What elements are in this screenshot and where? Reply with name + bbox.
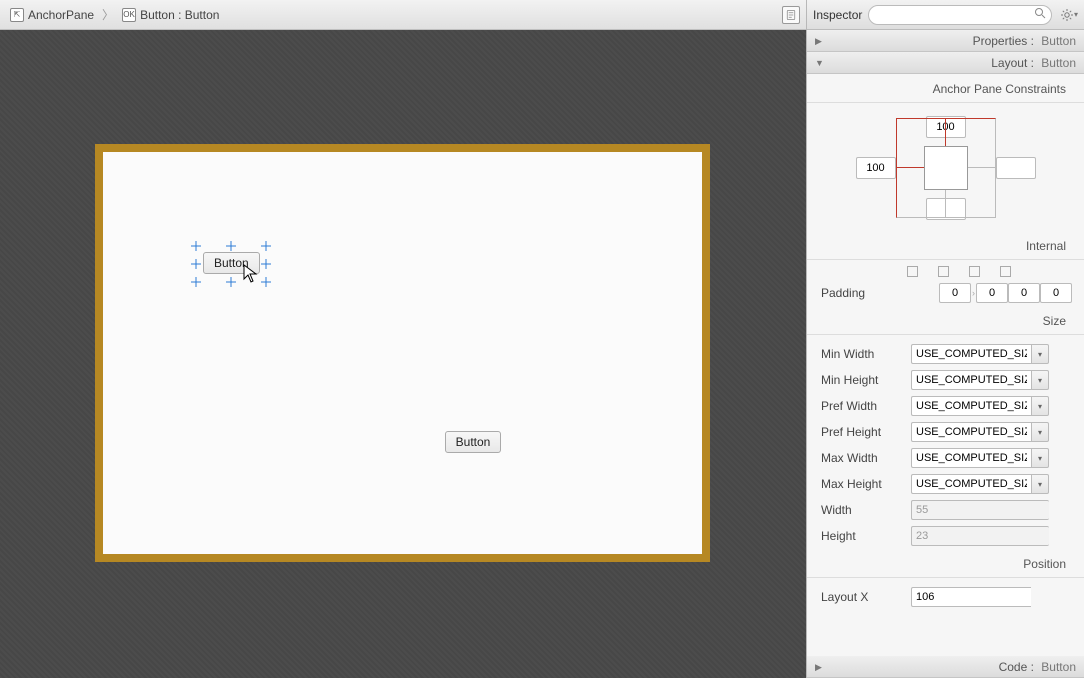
group-position-title: Position <box>807 549 1084 575</box>
height-readonly <box>911 526 1049 546</box>
resize-handle-se[interactable] <box>261 276 271 286</box>
padding-left-input[interactable] <box>1040 283 1072 303</box>
anchor-pane-canvas[interactable]: Button Button <box>103 152 702 554</box>
pad-top-icon <box>907 266 918 277</box>
group-anchor-title: Anchor Pane Constraints <box>807 74 1084 100</box>
chain-icon: › <box>972 288 975 298</box>
resize-handle-sw[interactable] <box>191 276 201 286</box>
pref-height-combo[interactable]: ▾ <box>911 422 1049 442</box>
min-width-combo[interactable]: ▾ <box>911 344 1049 364</box>
pref-width-combo[interactable]: ▾ <box>911 396 1049 416</box>
chevron-down-icon[interactable]: ▾ <box>1031 448 1049 468</box>
anchor-left-input[interactable] <box>856 157 896 179</box>
breadcrumb-label: AnchorPane <box>28 8 94 22</box>
padding-right-input[interactable] <box>976 283 1008 303</box>
inspector-title: Inspector <box>813 8 862 22</box>
padding-top-input[interactable] <box>939 283 971 303</box>
padding-row: Padding › <box>807 280 1084 306</box>
pad-right-icon <box>938 266 949 277</box>
padding-label: Padding <box>821 286 903 300</box>
inspector-search[interactable] <box>868 5 1052 25</box>
canvas-viewport[interactable]: Button Button <box>0 30 806 678</box>
chevron-right-icon: 〉 <box>102 6 114 23</box>
button-icon: OK <box>122 8 136 22</box>
anchor-constraint-diagram <box>807 109 1084 231</box>
width-readonly <box>911 500 1049 520</box>
inspector-header: Inspector ▾ <box>807 0 1084 30</box>
section-code[interactable]: ▶ Code : Button <box>807 656 1084 678</box>
resize-handle-s[interactable] <box>226 276 236 286</box>
settings-menu-button[interactable]: ▾ <box>1060 8 1078 22</box>
layout-body: Anchor Pane Constraints <box>807 74 1084 656</box>
anchor-visual[interactable] <box>896 118 996 218</box>
collapse-icon: ▼ <box>815 58 825 68</box>
group-size-title: Size <box>807 306 1084 332</box>
chevron-down-icon[interactable]: ▾ <box>1031 422 1049 442</box>
search-input[interactable] <box>868 5 1052 25</box>
resize-handle-e[interactable] <box>261 258 271 268</box>
padding-bottom-input[interactable] <box>1008 283 1040 303</box>
resize-handle-n[interactable] <box>226 240 236 250</box>
button-1[interactable]: Button <box>203 252 260 274</box>
chevron-down-icon[interactable]: ▾ <box>1031 344 1049 364</box>
chevron-down-icon[interactable]: ▾ <box>1031 474 1049 494</box>
max-width-combo[interactable]: ▾ <box>911 448 1049 468</box>
button-2[interactable]: Button <box>445 431 501 453</box>
resize-handle-ne[interactable] <box>261 240 271 250</box>
root-pane[interactable]: Button Button <box>95 144 710 562</box>
breadcrumb-bar: ⇱ AnchorPane 〉 OK Button : Button <box>0 0 806 30</box>
chevron-down-icon[interactable]: ▾ <box>1031 370 1049 390</box>
design-area: ⇱ AnchorPane 〉 OK Button : Button Button… <box>0 0 806 678</box>
breadcrumb-button[interactable]: OK Button : Button <box>118 6 223 24</box>
pad-bottom-icon <box>969 266 980 277</box>
document-icon[interactable] <box>782 6 800 24</box>
expand-icon: ▶ <box>815 662 825 673</box>
min-height-combo[interactable]: ▾ <box>911 370 1049 390</box>
breadcrumb-anchorpane[interactable]: ⇱ AnchorPane <box>6 6 98 24</box>
group-internal-title: Internal <box>807 231 1084 257</box>
padding-icons-row <box>807 266 1084 280</box>
section-layout[interactable]: ▼ Layout : Button <box>807 52 1084 74</box>
layout-x-input[interactable] <box>911 587 1031 607</box>
anchor-right-input[interactable] <box>996 157 1036 179</box>
anchorpane-icon: ⇱ <box>10 8 24 22</box>
breadcrumb-label: Button : Button <box>140 8 219 22</box>
chevron-down-icon: ▾ <box>1074 10 1078 19</box>
expand-icon: ▶ <box>815 36 825 47</box>
max-height-combo[interactable]: ▾ <box>911 474 1049 494</box>
search-icon <box>1034 7 1046 22</box>
chevron-down-icon[interactable]: ▾ <box>1031 396 1049 416</box>
section-properties[interactable]: ▶ Properties : Button <box>807 30 1084 52</box>
inspector-panel: Inspector ▾ ▶ Properties : Button ▼ Layo… <box>806 0 1084 678</box>
pad-left-icon <box>1000 266 1011 277</box>
resize-handle-w[interactable] <box>191 258 201 268</box>
resize-handle-nw[interactable] <box>191 240 201 250</box>
gear-icon <box>1060 8 1074 22</box>
